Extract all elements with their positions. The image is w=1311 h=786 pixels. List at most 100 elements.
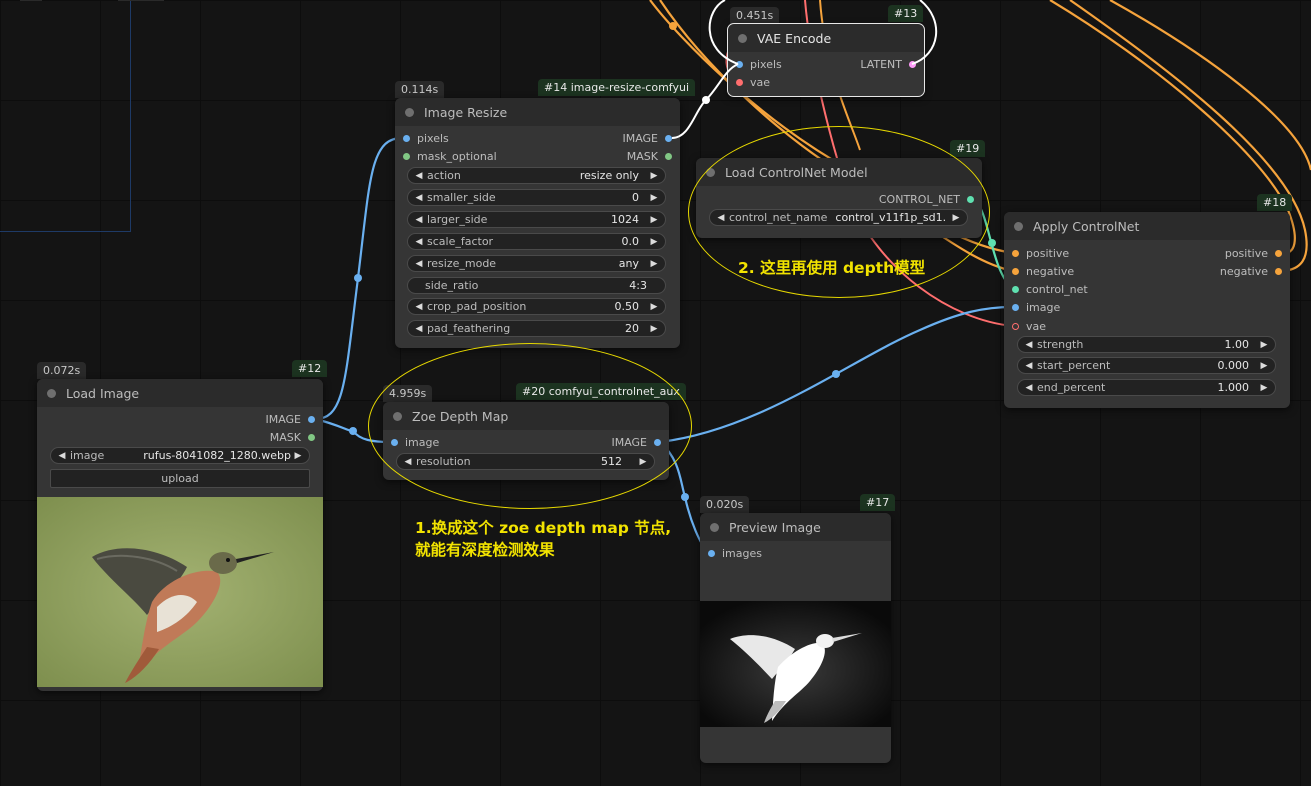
node-image-resize[interactable]: Image Resize pixels IMAGE mask_optional …: [395, 98, 680, 348]
arrow-right-icon[interactable]: ▶: [649, 193, 659, 203]
arrow-right-icon[interactable]: ▶: [649, 171, 659, 181]
arrow-right-icon[interactable]: ▶: [649, 237, 659, 247]
widget-end-percent[interactable]: ◀ end_percent 1.000 ▶: [1017, 379, 1276, 396]
input-slot-image[interactable]: image: [1012, 298, 1060, 316]
pin-icon[interactable]: [665, 134, 672, 142]
collapse-dot-icon[interactable]: [706, 167, 715, 177]
arrow-left-icon[interactable]: ◀: [414, 259, 424, 269]
arrow-left-icon[interactable]: ◀: [1024, 383, 1034, 393]
arrow-right-icon[interactable]: ▶: [293, 451, 303, 461]
pin-icon[interactable]: [1012, 267, 1019, 275]
input-slot-control-net[interactable]: control_net: [1012, 280, 1088, 298]
arrow-left-icon[interactable]: ◀: [414, 324, 424, 334]
widget-side-ratio[interactable]: side_ratio 4:3: [407, 277, 666, 294]
node-header[interactable]: VAE Encode: [728, 24, 924, 52]
widget-larger-side[interactable]: ◀ larger_side 1024 ▶: [407, 211, 666, 228]
pin-icon[interactable]: [1275, 249, 1282, 257]
collapse-dot-icon[interactable]: [47, 388, 56, 398]
node-header[interactable]: Load ControlNet Model: [696, 158, 982, 186]
collapse-dot-icon[interactable]: [393, 411, 402, 421]
arrow-left-icon[interactable]: ◀: [414, 171, 424, 181]
pin-icon[interactable]: [308, 433, 315, 441]
node-header[interactable]: Image Resize: [395, 98, 680, 126]
node-load-image[interactable]: Load Image IMAGE MASK ◀ image rufus-8041…: [37, 379, 323, 691]
arrow-right-icon[interactable]: ▶: [1259, 383, 1269, 393]
node-zoe-depth-map[interactable]: Zoe Depth Map image IMAGE ◀ resolution 5…: [383, 402, 669, 480]
pin-icon[interactable]: [403, 134, 410, 142]
widget-control-net-name[interactable]: ◀ control_net_name control_v11f1p_sd1...…: [709, 209, 968, 226]
input-slot-images[interactable]: images: [708, 544, 762, 562]
upload-button[interactable]: upload: [50, 469, 310, 488]
widget-scale-factor[interactable]: ◀ scale_factor 0.0 ▶: [407, 233, 666, 250]
output-slot-image[interactable]: IMAGE: [611, 433, 661, 451]
pin-icon[interactable]: [1012, 249, 1019, 257]
pin-icon[interactable]: [654, 438, 661, 446]
arrow-right-icon[interactable]: ▶: [649, 302, 659, 312]
input-slot-vae[interactable]: vae: [736, 73, 770, 91]
arrow-right-icon[interactable]: ▶: [638, 457, 648, 467]
arrow-left-icon[interactable]: ◀: [403, 457, 413, 467]
pin-icon[interactable]: [708, 549, 715, 557]
widget-action[interactable]: ◀ action resize only ▶: [407, 167, 666, 184]
widget-crop-pad-position[interactable]: ◀ crop_pad_position 0.50 ▶: [407, 298, 666, 315]
pin-icon[interactable]: [1012, 285, 1019, 293]
pin-icon[interactable]: [308, 415, 315, 423]
widget-resolution[interactable]: ◀ resolution 512 ▶: [396, 453, 655, 470]
node-controlnet-loader[interactable]: Load ControlNet Model CONTROL_NET ◀ cont…: [696, 158, 982, 238]
input-slot-negative[interactable]: negative: [1012, 262, 1074, 280]
node-header[interactable]: Preview Image: [700, 513, 891, 541]
input-slot-vae[interactable]: vae: [1012, 317, 1046, 335]
widget-resize-mode[interactable]: ◀ resize_mode any ▶: [407, 255, 666, 272]
collapse-dot-icon[interactable]: [1014, 221, 1023, 231]
output-slot-mask[interactable]: MASK: [270, 428, 315, 446]
widget-smaller-side[interactable]: ◀ smaller_side 0 ▶: [407, 189, 666, 206]
pin-icon[interactable]: [909, 60, 916, 68]
input-slot-pixels[interactable]: pixels: [403, 129, 449, 147]
arrow-left-icon[interactable]: ◀: [1024, 340, 1034, 350]
node-vae-encode[interactable]: VAE Encode pixels LATENT vae: [727, 23, 925, 97]
input-slot-pixels[interactable]: pixels: [736, 55, 782, 73]
arrow-left-icon[interactable]: ◀: [57, 451, 67, 461]
input-slot-positive[interactable]: positive: [1012, 244, 1069, 262]
widget-strength[interactable]: ◀ strength 1.00 ▶: [1017, 336, 1276, 353]
arrow-right-icon[interactable]: ▶: [649, 259, 659, 269]
widget-image-select[interactable]: ◀ image rufus-8041082_1280.webp ▶: [50, 447, 310, 464]
node-apply-controlnet[interactable]: Apply ControlNet positive positive negat…: [1004, 212, 1290, 408]
pin-icon[interactable]: [1012, 322, 1019, 330]
pin-icon[interactable]: [403, 152, 410, 160]
arrow-right-icon[interactable]: ▶: [1259, 340, 1269, 350]
arrow-right-icon[interactable]: ▶: [951, 213, 961, 223]
pin-icon[interactable]: [736, 78, 743, 86]
output-slot-image[interactable]: IMAGE: [622, 129, 672, 147]
arrow-right-icon[interactable]: ▶: [649, 324, 659, 334]
arrow-left-icon[interactable]: ◀: [414, 302, 424, 312]
output-slot-image[interactable]: IMAGE: [265, 410, 315, 428]
pin-icon[interactable]: [736, 60, 743, 68]
pin-icon[interactable]: [665, 152, 672, 160]
collapse-dot-icon[interactable]: [710, 522, 719, 532]
pin-icon[interactable]: [1012, 303, 1019, 311]
pin-icon[interactable]: [967, 195, 974, 203]
node-header[interactable]: Apply ControlNet: [1004, 212, 1290, 240]
arrow-right-icon[interactable]: ▶: [1259, 361, 1269, 371]
node-header[interactable]: Load Image: [37, 379, 323, 407]
node-header[interactable]: Zoe Depth Map: [383, 402, 669, 430]
arrow-left-icon[interactable]: ◀: [414, 215, 424, 225]
output-slot-control-net[interactable]: CONTROL_NET: [879, 190, 974, 208]
output-slot-mask[interactable]: MASK: [627, 147, 672, 165]
output-slot-latent[interactable]: LATENT: [860, 55, 916, 73]
collapse-dot-icon[interactable]: [405, 107, 414, 117]
output-slot-negative[interactable]: negative: [1220, 262, 1282, 280]
widget-start-percent[interactable]: ◀ start_percent 0.000 ▶: [1017, 357, 1276, 374]
input-slot-image[interactable]: image: [391, 433, 439, 451]
pin-icon[interactable]: [1275, 267, 1282, 275]
pin-icon[interactable]: [391, 438, 398, 446]
widget-pad-feathering[interactable]: ◀ pad_feathering 20 ▶: [407, 320, 666, 337]
arrow-left-icon[interactable]: ◀: [414, 237, 424, 247]
collapse-dot-icon[interactable]: [738, 33, 747, 43]
input-slot-mask-optional[interactable]: mask_optional: [403, 147, 497, 165]
output-slot-positive[interactable]: positive: [1225, 244, 1282, 262]
arrow-right-icon[interactable]: ▶: [649, 215, 659, 225]
arrow-left-icon[interactable]: ◀: [414, 193, 424, 203]
node-preview-image[interactable]: Preview Image images: [700, 513, 891, 763]
